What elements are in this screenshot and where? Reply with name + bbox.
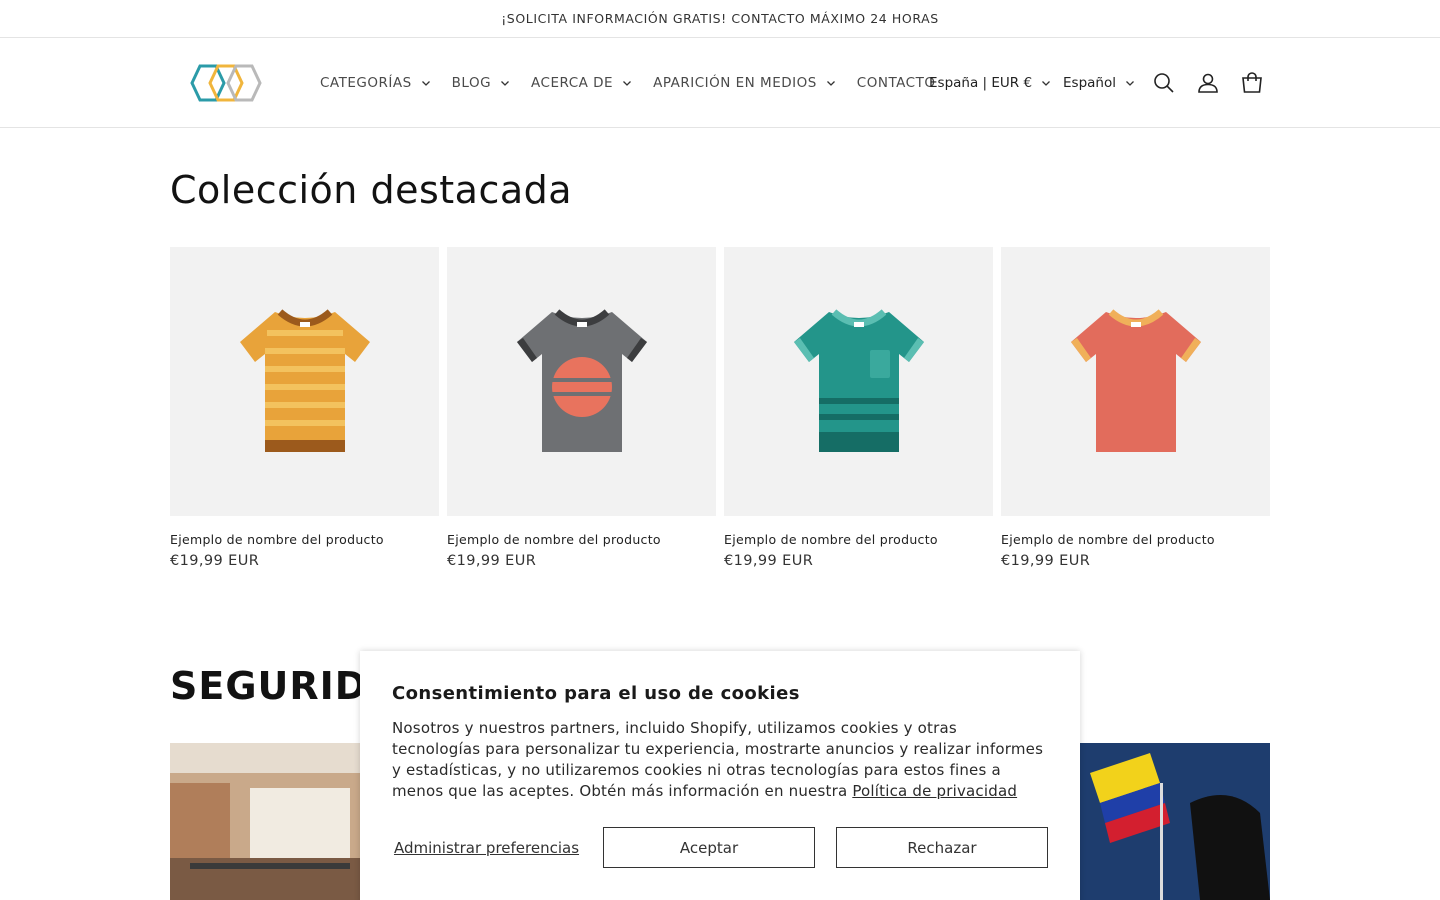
language-selector[interactable]: Español xyxy=(1063,38,1135,128)
nav-item-aparicion-en-medios[interactable]: APARICIÓN EN MEDIOS xyxy=(653,75,836,91)
nav-item-blog[interactable]: BLOG xyxy=(452,75,510,91)
nav-label: ACERCA DE xyxy=(531,75,614,91)
nav-label: CATEGORÍAS xyxy=(320,75,412,91)
search-icon[interactable] xyxy=(1152,71,1176,95)
chevron-down-icon xyxy=(623,81,632,86)
main-nav: CATEGORÍAS BLOG ACERCA DE APARICIÓN EN M… xyxy=(320,38,956,128)
product-card[interactable]: Ejemplo de nombre del producto €19,99 EU… xyxy=(170,247,439,569)
product-card[interactable]: Ejemplo de nombre del producto €19,99 EU… xyxy=(447,247,716,569)
tshirt-icon xyxy=(516,308,647,452)
nav-item-categorias[interactable]: CATEGORÍAS xyxy=(320,75,431,91)
product-price: €19,99 EUR xyxy=(1001,553,1091,569)
nav-label: CONTACTO xyxy=(856,75,936,91)
product-name[interactable]: Ejemplo de nombre del producto xyxy=(447,532,716,547)
country-selector[interactable]: España | EUR € xyxy=(929,38,1051,128)
reject-button[interactable]: Rechazar xyxy=(836,827,1048,868)
chevron-down-icon xyxy=(826,81,835,86)
product-name[interactable]: Ejemplo de nombre del producto xyxy=(1001,532,1270,547)
cart-icon[interactable] xyxy=(1240,71,1264,95)
tshirt-icon xyxy=(239,308,370,452)
country-selector-label: España | EUR € xyxy=(929,75,1033,91)
nav-label: BLOG xyxy=(451,75,492,91)
nav-label: APARICIÓN EN MEDIOS xyxy=(653,75,817,91)
product-price: €19,99 EUR xyxy=(724,553,814,569)
accept-button[interactable]: Aceptar xyxy=(603,827,815,868)
cookie-body: Nosotros y nuestros partners, incluido S… xyxy=(392,718,1048,802)
product-image[interactable] xyxy=(724,247,993,516)
chevron-down-icon xyxy=(421,81,430,86)
product-name[interactable]: Ejemplo de nombre del producto xyxy=(170,532,439,547)
cookie-actions: Administrar preferencias Aceptar Rechaza… xyxy=(392,827,1048,868)
tshirt-icon xyxy=(793,308,924,452)
nav-item-contacto[interactable]: CONTACTO xyxy=(857,75,936,91)
language-selector-label: Español xyxy=(1063,75,1116,91)
blog-image-flag[interactable] xyxy=(1070,743,1270,900)
chevron-down-icon xyxy=(1042,81,1051,86)
chevron-down-icon xyxy=(1126,81,1134,86)
nav-item-acerca-de[interactable]: ACERCA DE xyxy=(531,75,632,91)
manage-preferences-link[interactable]: Administrar preferencias xyxy=(392,839,581,857)
product-card[interactable]: Ejemplo de nombre del producto €19,99 EU… xyxy=(724,247,993,569)
site-header: CATEGORÍAS BLOG ACERCA DE APARICIÓN EN M… xyxy=(0,38,1440,128)
featured-collection-title: Colección destacada xyxy=(170,168,573,212)
product-image[interactable] xyxy=(170,247,439,516)
product-image[interactable] xyxy=(447,247,716,516)
chevron-down-icon xyxy=(501,81,510,86)
cookie-title: Consentimiento para el uso de cookies xyxy=(392,683,800,704)
announcement-text: ¡SOLICITA INFORMACIÓN GRATIS! CONTACTO M… xyxy=(501,11,939,26)
logo[interactable] xyxy=(178,60,270,106)
tshirt-icon xyxy=(1070,308,1201,452)
announcement-bar: ¡SOLICITA INFORMACIÓN GRATIS! CONTACTO M… xyxy=(0,0,1440,38)
product-grid: Ejemplo de nombre del producto €19,99 EU… xyxy=(170,247,1270,569)
product-price: €19,99 EUR xyxy=(170,553,260,569)
product-name[interactable]: Ejemplo de nombre del producto xyxy=(724,532,993,547)
blog-image-classroom[interactable] xyxy=(170,743,370,900)
product-image[interactable] xyxy=(1001,247,1270,516)
classroom-image xyxy=(170,743,370,900)
privacy-policy-link[interactable]: Política de privacidad xyxy=(852,782,1017,800)
product-card[interactable]: Ejemplo de nombre del producto €19,99 EU… xyxy=(1001,247,1270,569)
flag-image xyxy=(1070,743,1270,900)
product-price: €19,99 EUR xyxy=(447,553,537,569)
cookie-consent-dialog: Consentimiento para el uso de cookies No… xyxy=(360,651,1080,900)
account-icon[interactable] xyxy=(1196,71,1220,95)
